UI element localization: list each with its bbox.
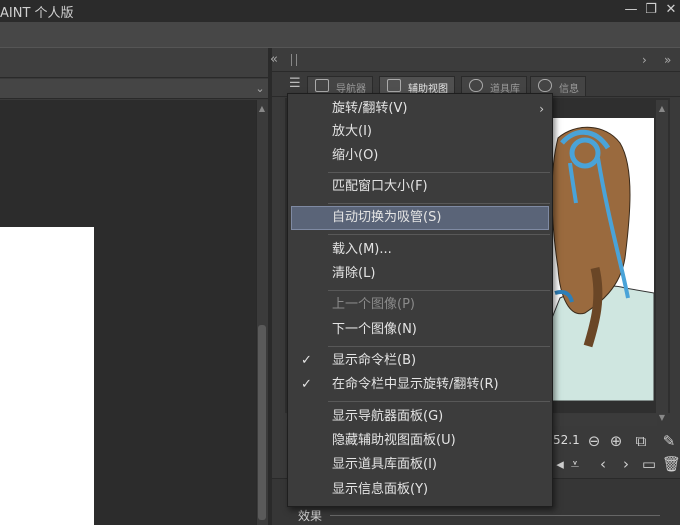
context-menu: 旋转/翻转(V) › 放大(I) 缩小(O) 匹配窗口大小(F) 自动切换为吸管…: [287, 93, 553, 507]
expand-panel-icon[interactable]: »: [664, 52, 680, 68]
menu-item-load[interactable]: 载入(M)...: [288, 239, 552, 261]
menu-item-label: 旋转/翻转(V): [332, 101, 408, 116]
checkmark-icon: ✓: [301, 377, 312, 392]
menu-item-label: 显示导航器面板(G): [332, 409, 444, 424]
canvas-command-bar: [0, 79, 268, 99]
menu-separator: [328, 203, 550, 204]
menu-separator: [328, 172, 550, 173]
menu-item-next-image[interactable]: 下一个图像(N): [288, 319, 552, 341]
menu-separator: [328, 234, 550, 235]
navigator-icon: [315, 79, 329, 92]
menu-item-show-navigator-panel[interactable]: 显示导航器面板(G): [288, 406, 552, 428]
hamburger-menu-icon[interactable]: ☰: [289, 77, 303, 91]
chevron-right-icon[interactable]: ›: [642, 52, 654, 68]
window-title: AINT 个人版: [0, 6, 74, 21]
submenu-arrow-icon: ›: [539, 102, 544, 116]
menu-item-label: 显示命令栏(B): [332, 353, 417, 368]
tab-label: 信息: [559, 84, 579, 95]
menu-item-zoom-in[interactable]: 放大(I): [288, 121, 552, 143]
collapse-panel-icon[interactable]: «: [270, 52, 286, 68]
chevron-down-icon[interactable]: ⌄: [254, 82, 266, 96]
menu-item-label: 在命令栏中显示旋转/翻转(R): [332, 377, 499, 392]
menu-separator: [328, 290, 550, 291]
flip-vertical-icon[interactable]: ⩡: [566, 455, 584, 473]
menu-item-show-command-bar[interactable]: ✓ 显示命令栏(B): [288, 350, 552, 372]
panel-grip-icon[interactable]: [291, 54, 297, 66]
scroll-up-icon[interactable]: ▲: [257, 103, 267, 115]
reference-illustration: [540, 126, 654, 401]
sub-view-icon: [387, 79, 401, 92]
menu-item-rotate-flip[interactable]: 旋转/翻转(V) ›: [288, 98, 552, 120]
trash-icon[interactable]: 🗑: [662, 455, 680, 473]
close-icon[interactable]: ✕: [663, 1, 679, 19]
info-icon: [538, 79, 552, 92]
scroll-up-icon[interactable]: ▲: [657, 104, 667, 114]
folder-open-icon[interactable]: ▭: [640, 455, 658, 473]
eyedropper-icon[interactable]: ✎: [660, 432, 678, 450]
next-image-icon[interactable]: ›: [617, 455, 635, 473]
menu-item-label: 自动切换为吸管(S): [332, 210, 442, 225]
panel-header-bar: [272, 48, 680, 72]
menu-separator: [328, 401, 550, 402]
menu-item-label: 放大(I): [332, 124, 372, 139]
menu-item-show-material-panel[interactable]: 显示道具库面板(I): [288, 454, 552, 476]
menu-item-label: 清除(L): [332, 266, 376, 281]
previous-image-icon[interactable]: ‹: [594, 455, 612, 473]
menu-item-label: 上一个图像(P): [332, 297, 415, 312]
canvas-scroll-thumb[interactable]: [258, 325, 266, 520]
menu-item-label: 显示道具库面板(I): [332, 457, 437, 472]
menu-item-label: 下一个图像(N): [332, 322, 417, 337]
canvas-paper[interactable]: [0, 227, 94, 525]
menu-item-fit-window[interactable]: 匹配窗口大小(F): [288, 176, 552, 198]
sub-view-vertical-scrollbar[interactable]: [656, 100, 668, 414]
restore-icon[interactable]: ❐: [643, 1, 659, 19]
reference-image[interactable]: [540, 118, 654, 401]
menu-item-label: 显示信息面板(Y): [332, 482, 429, 497]
canvas-tab-bar: [0, 48, 268, 78]
title-bar: AINT 个人版 — ❐ ✕: [0, 0, 680, 22]
effects-divider: [330, 515, 660, 516]
minimize-icon[interactable]: —: [623, 1, 639, 19]
menu-item-label: 隐藏辅助视图面板(U): [332, 433, 456, 448]
menu-item-previous-image: 上一个图像(P): [288, 294, 552, 316]
scroll-down-icon[interactable]: ▼: [657, 413, 667, 423]
zoom-in-icon[interactable]: ⊕: [607, 432, 625, 450]
menu-item-clear[interactable]: 清除(L): [288, 263, 552, 285]
zoom-value: 52.1: [553, 433, 580, 447]
checkmark-icon: ✓: [301, 353, 312, 368]
menu-item-show-rotate-flip-in-command-bar[interactable]: ✓ 在命令栏中显示旋转/翻转(R): [288, 374, 552, 396]
menu-item-label: 缩小(O): [332, 148, 379, 163]
zoom-out-icon[interactable]: ⊖: [585, 432, 603, 450]
menu-separator: [328, 346, 550, 347]
menu-bar: [0, 22, 680, 48]
menu-item-hide-sub-view-panel[interactable]: 隐藏辅助视图面板(U): [288, 430, 552, 452]
menu-item-show-info-panel[interactable]: 显示信息面板(Y): [288, 479, 552, 501]
effects-label: 效果: [298, 509, 323, 523]
menu-item-zoom-out[interactable]: 缩小(O): [288, 145, 552, 167]
material-icon: [469, 79, 483, 92]
fit-window-icon[interactable]: ⧉: [632, 432, 650, 450]
menu-item-auto-eyedropper[interactable]: 自动切换为吸管(S): [291, 206, 549, 230]
menu-item-label: 匹配窗口大小(F): [332, 179, 428, 194]
menu-item-label: 载入(M)...: [332, 242, 392, 257]
